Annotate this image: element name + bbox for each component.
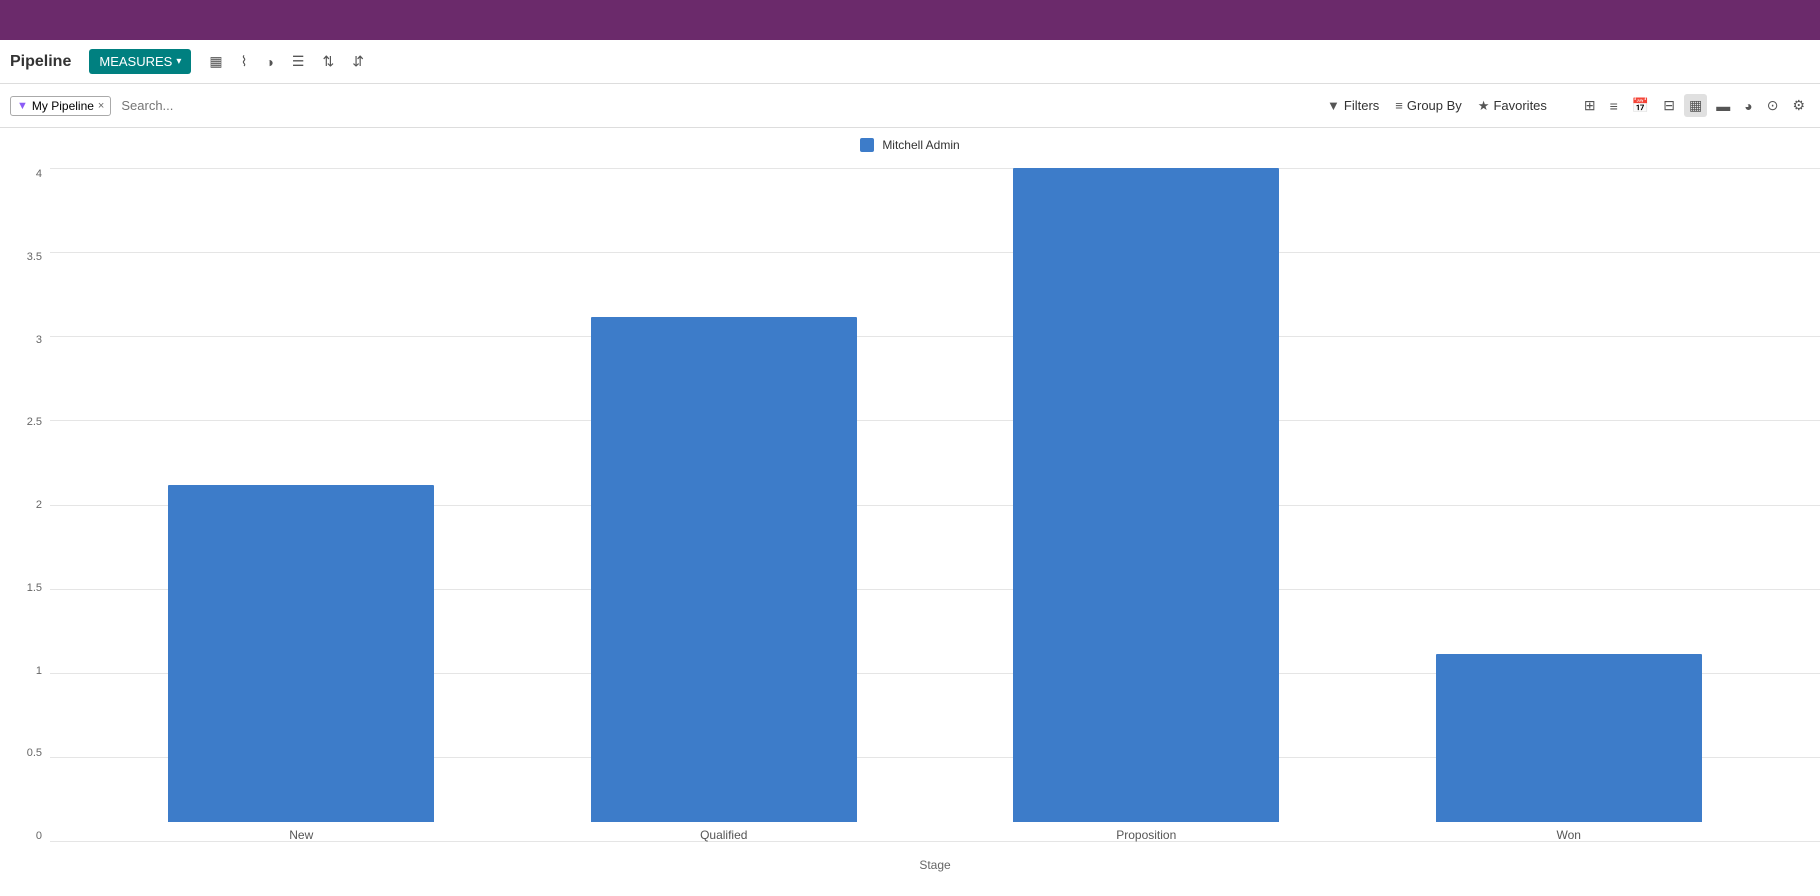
x-axis-title: Stage bbox=[50, 858, 1820, 872]
legend-color-swatch bbox=[860, 138, 874, 152]
y-tick-3: 3 bbox=[36, 334, 42, 346]
bar-chart-icon[interactable]: ▦ bbox=[203, 49, 228, 74]
sort-asc-icon[interactable]: ⇅ bbox=[316, 49, 340, 74]
bar-new bbox=[168, 485, 434, 822]
bar-group-proposition[interactable]: Proposition bbox=[956, 168, 1336, 842]
map-view-icon[interactable]: ⊙ bbox=[1762, 94, 1784, 117]
y-tick-0-5: 0.5 bbox=[27, 747, 42, 759]
filter-tag: ▼ My Pipeline × bbox=[10, 96, 111, 116]
search-right: ▼ Filters ≡ Group By ★ Favorites ⊞ ≡ 📅 ⊟… bbox=[1327, 94, 1810, 117]
bar-label-new: New bbox=[289, 828, 313, 842]
bar-qualified bbox=[591, 317, 857, 823]
filters-action[interactable]: ▼ Filters bbox=[1327, 98, 1379, 113]
y-tick-3-5: 3.5 bbox=[27, 251, 42, 263]
group-by-label: Group By bbox=[1407, 98, 1462, 113]
view-icons: ⊞ ≡ 📅 ⊟ ▦ ▬ ◕ ⊙ ⚙ bbox=[1579, 94, 1810, 117]
y-tick-1-5: 1.5 bbox=[27, 582, 42, 594]
filter-tag-label: My Pipeline bbox=[32, 99, 94, 113]
search-input[interactable] bbox=[117, 94, 1327, 117]
pivot-view-icon[interactable]: ⊟ bbox=[1658, 94, 1680, 117]
favorites-icon: ★ bbox=[1478, 98, 1490, 114]
search-left: ▼ My Pipeline × bbox=[10, 94, 1327, 117]
search-bar: ▼ My Pipeline × ▼ Filters ≡ Group By ★ F… bbox=[0, 84, 1820, 128]
bar-proposition bbox=[1013, 168, 1279, 822]
list-view-icon[interactable]: ≡ bbox=[1605, 95, 1623, 117]
y-ticks: 0 0.5 1 1.5 2 2.5 3 3.5 4 bbox=[27, 168, 42, 842]
filter-funnel-icon: ▼ bbox=[17, 100, 28, 112]
bars-container: New Qualified Proposition Won bbox=[50, 168, 1820, 842]
pie-chart-icon[interactable]: ◑ bbox=[259, 50, 279, 74]
page-title: Pipeline bbox=[10, 53, 71, 71]
y-axis-label: Count bbox=[0, 500, 3, 529]
measures-label: MEASURES bbox=[99, 54, 172, 69]
filter-tag-close[interactable]: × bbox=[98, 100, 104, 112]
bar-label-proposition: Proposition bbox=[1116, 828, 1176, 842]
filters-icon: ▼ bbox=[1327, 98, 1340, 113]
bar-label-qualified: Qualified bbox=[700, 828, 747, 842]
line-graph-view-icon[interactable]: ▬ bbox=[1711, 95, 1735, 117]
group-by-action[interactable]: ≡ Group By bbox=[1395, 98, 1462, 113]
bar-won bbox=[1436, 654, 1702, 823]
y-tick-2-5: 2.5 bbox=[27, 416, 42, 428]
sort-desc-icon[interactable]: ⇵ bbox=[346, 49, 370, 74]
measures-arrow-icon: ▾ bbox=[176, 56, 181, 67]
favorites-action[interactable]: ★ Favorites bbox=[1478, 98, 1547, 114]
group-by-icon: ≡ bbox=[1395, 98, 1403, 113]
bar-label-won: Won bbox=[1557, 828, 1581, 842]
y-tick-4: 4 bbox=[36, 168, 42, 180]
measures-button[interactable]: MEASURES ▾ bbox=[89, 49, 191, 74]
top-bar bbox=[0, 0, 1820, 40]
y-tick-1: 1 bbox=[36, 665, 42, 677]
kanban-view-icon[interactable]: ⊞ bbox=[1579, 94, 1601, 117]
header: Pipeline MEASURES ▾ ▦ ⌇ ◑ ☰ ⇅ ⇵ bbox=[0, 40, 1820, 84]
bar-group-new[interactable]: New bbox=[111, 168, 491, 842]
pie-graph-view-icon[interactable]: ◕ bbox=[1739, 95, 1757, 117]
settings-icon[interactable]: ⚙ bbox=[1787, 94, 1810, 117]
chart-legend: Mitchell Admin bbox=[0, 138, 1820, 152]
bar-graph-view-icon[interactable]: ▦ bbox=[1684, 94, 1707, 117]
legend-label: Mitchell Admin bbox=[882, 138, 959, 152]
bar-group-won[interactable]: Won bbox=[1379, 168, 1759, 842]
favorites-label: Favorites bbox=[1493, 98, 1546, 113]
y-tick-0: 0 bbox=[36, 830, 42, 842]
chart-plot: New Qualified Proposition Won Stage bbox=[50, 158, 1820, 872]
y-axis: Count 0 0.5 1 1.5 2 2.5 3 3.5 4 bbox=[0, 158, 50, 872]
chart-container: Count 0 0.5 1 1.5 2 2.5 3 3.5 4 bbox=[0, 158, 1820, 872]
list-icon[interactable]: ☰ bbox=[286, 49, 311, 74]
filters-label: Filters bbox=[1344, 98, 1379, 113]
calendar-view-icon[interactable]: 📅 bbox=[1627, 94, 1654, 117]
chart-area: Mitchell Admin Count 0 0.5 1 1.5 2 2.5 3… bbox=[0, 128, 1820, 892]
y-tick-2: 2 bbox=[36, 499, 42, 511]
line-chart-icon[interactable]: ⌇ bbox=[235, 49, 254, 74]
toolbar-icons: ▦ ⌇ ◑ ☰ ⇅ ⇵ bbox=[203, 49, 370, 74]
bar-group-qualified[interactable]: Qualified bbox=[534, 168, 914, 842]
